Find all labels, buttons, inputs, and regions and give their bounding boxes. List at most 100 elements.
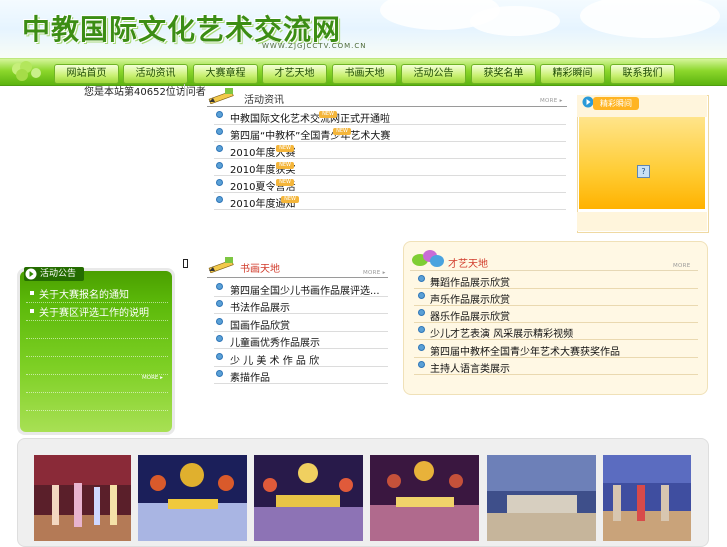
stage-photo[interactable] [603,455,691,541]
divider [26,410,168,411]
painting-title: 书画天地 [240,264,280,275]
notice-item[interactable]: 关于赛区评选工作的说明 [39,304,149,319]
clover-icon [12,61,41,81]
bullet-icon [418,344,425,351]
gallery-box-content [579,117,705,209]
nav-item-home[interactable]: 网站首页 [54,64,119,84]
divider [26,302,168,303]
divider [214,383,388,384]
stage-photo[interactable] [370,455,479,541]
talent-item[interactable]: 少儿才艺表演 风采展示精彩视频 [430,325,573,340]
site-url: WWW.ZJGJCCTV.COM.CN [262,42,367,50]
divider [184,84,185,96]
bullet-icon [216,353,223,360]
nav-item-talent[interactable]: 才艺天地 [262,64,327,84]
divider [214,209,566,210]
broken-image-icon: ? [637,165,650,178]
bullet-icon [216,111,223,118]
placeholder-box [183,259,188,268]
leaves-icon [412,250,444,267]
stage-photo[interactable] [138,455,247,541]
stage-photo[interactable] [254,455,363,541]
nav-item-gallery[interactable]: 精彩瞬间 [540,64,605,84]
talent-more-link[interactable]: MORE [673,262,697,270]
talent-item[interactable]: 第四届中教杯全国青少年艺术大赛获奖作品 [430,343,620,358]
news-title: 活动资讯 [244,95,284,106]
nav-item-rules[interactable]: 大赛章程 [193,64,258,84]
divider [214,124,566,125]
notice-more-link[interactable]: MORE ▸ [142,374,166,382]
talent-item[interactable]: 舞蹈作品展示欣赏 [430,274,510,289]
divider [214,175,566,176]
painting-more-link[interactable]: MORE ▸ [363,269,387,277]
talent-item[interactable]: 声乐作品展示欣赏 [430,291,510,306]
stage-photo[interactable] [34,455,131,541]
divider [414,339,698,340]
divider [214,348,388,349]
divider [207,106,567,107]
bullet-icon [418,361,425,368]
news-item[interactable]: 第四届“中教杯”全国青少年艺术大赛 [230,127,390,142]
bullet-icon [216,300,223,307]
divider [414,374,698,375]
painting-item[interactable]: 第四届全国少儿书画作品展评选... [230,282,380,297]
bullet-icon [418,275,425,282]
divider [26,320,168,321]
nav-item-news[interactable]: 活动资讯 [123,64,188,84]
painting-item[interactable]: 儿童画优秀作品展示 [230,334,320,349]
painting-item[interactable]: 国画作品欣赏 [230,317,290,332]
notice-item[interactable]: 关于大赛报名的通知 [39,286,129,301]
bullet-icon [216,370,223,377]
divider [410,270,698,271]
talent-item[interactable]: 主持人语言类展示 [430,360,510,375]
bullet-icon [418,309,425,316]
visitor-counter: 您是本站第40652位访问者 [84,87,206,98]
bullet-icon [216,128,223,135]
divider [414,357,698,358]
divider [414,305,698,306]
nav-item-painting[interactable]: 书画天地 [332,64,397,84]
divider [207,277,388,278]
nav-item-winners[interactable]: 获奖名单 [471,64,536,84]
gallery-box-footer [577,212,707,231]
new-badge: NEW [319,111,337,118]
bullet-icon [216,162,223,169]
bullet-icon [30,291,34,295]
new-badge: NEW [276,162,294,169]
pencil-icon [208,88,234,104]
divider [214,192,566,193]
divider [414,288,698,289]
stage-photo[interactable] [487,455,596,541]
divider [414,322,698,323]
nav-item-contact[interactable]: 联系我们 [610,64,675,84]
news-item[interactable]: 中教国际文化艺术交流网正式开通啦 [230,110,390,125]
divider [214,141,566,142]
bullet-icon [418,292,425,299]
gallery-box-title: 精彩瞬间 [593,97,639,110]
divider [26,338,168,339]
divider [214,313,388,314]
divider [214,366,388,367]
arrow-circle-icon [25,268,37,280]
pencil-icon [208,257,234,273]
divider [26,356,168,357]
painting-item[interactable]: 书法作品展示 [230,299,290,314]
bullet-icon [216,179,223,186]
main-nav: 网站首页 活动资讯 大赛章程 才艺天地 书画天地 活动公告 获奖名单 精彩瞬间 … [0,58,727,86]
nav-item-notices[interactable]: 活动公告 [401,64,466,84]
painting-item[interactable]: 少 儿 美 术 作 品 欣 [230,352,319,367]
bullet-icon [30,309,34,313]
divider [214,296,388,297]
news-more-link[interactable]: MORE ▸ [540,97,564,105]
new-badge: NEW [276,145,294,152]
divider [214,331,388,332]
talent-item[interactable]: 器乐作品展示欣赏 [430,308,510,323]
bullet-icon [216,283,223,290]
bullet-icon [216,145,223,152]
bullet-icon [216,318,223,325]
painting-item[interactable]: 素描作品 [230,369,270,384]
divider [26,392,168,393]
header-banner: 中教国际文化艺术交流网 WWW.ZJGJCCTV.COM.CN [0,0,727,58]
talent-title: 才艺天地 [448,259,488,270]
divider [214,158,566,159]
